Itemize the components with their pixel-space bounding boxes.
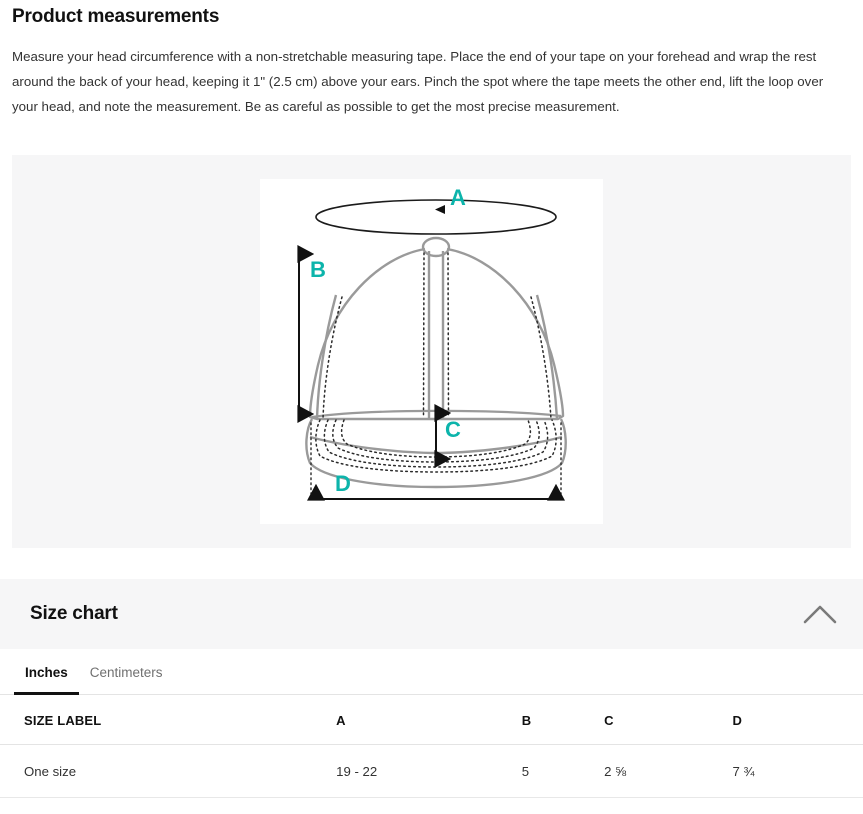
column-header-b: B	[521, 695, 605, 745]
cap-measurement-illustration: B A C D	[297, 185, 567, 501]
cell-b: 5	[521, 744, 605, 798]
circumference-ellipse-a	[315, 199, 557, 235]
cell-a: 19 - 22	[336, 744, 522, 798]
size-chart-title: Size chart	[30, 603, 118, 624]
column-header-c: C	[604, 695, 733, 745]
column-header-size-label: SIZE LABEL	[0, 695, 337, 745]
cell-c: 2 ⅝	[604, 744, 733, 798]
cap-crown	[308, 236, 565, 421]
dimension-label-a: A	[450, 185, 466, 210]
cell-size-label: One size	[0, 744, 337, 798]
page-title: Product measurements	[12, 6, 220, 27]
size-chart-accordion-toggle[interactable]: Size chart	[0, 579, 863, 649]
tab-centimeters[interactable]: Centimeters	[79, 649, 174, 694]
table-row: One size 19 - 22 5 2 ⅝ 7 ¾	[0, 744, 863, 798]
diagram-panel: B A C D	[12, 155, 851, 548]
cap-diagram-canvas: B A C D	[260, 179, 603, 524]
crown-stitching	[322, 252, 552, 420]
product-measurements-page: Product measurements Measure your head c…	[0, 0, 863, 814]
dimension-label-d: D	[335, 471, 351, 496]
size-chart-section: Size chart Inches Centimeters SIZE LABEL…	[0, 579, 863, 798]
size-chart-table: SIZE LABEL A B C D One size 19 - 22 5 2 …	[0, 695, 863, 798]
dimension-label-c: C	[445, 417, 461, 442]
cell-d: 7 ¾	[732, 744, 863, 798]
unit-tabs: Inches Centimeters	[0, 649, 863, 695]
measurement-instructions: Measure your head circumference with a n…	[12, 49, 824, 114]
column-header-a: A	[336, 695, 522, 745]
tab-inches[interactable]: Inches	[14, 649, 79, 695]
chevron-up-icon[interactable]	[801, 595, 839, 633]
column-header-d: D	[732, 695, 863, 745]
dimension-label-b: B	[310, 257, 326, 282]
table-header-row: SIZE LABEL A B C D	[0, 695, 863, 745]
